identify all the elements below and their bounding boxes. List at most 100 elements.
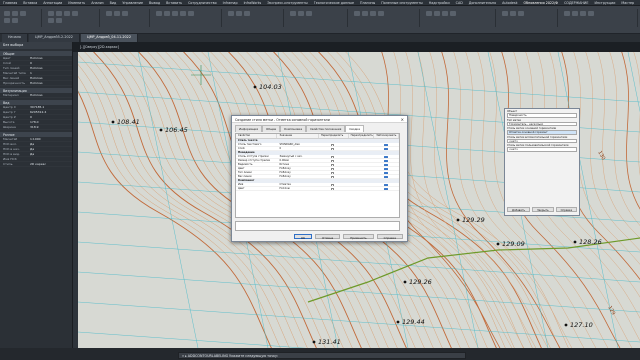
ribbon-tool-icon[interactable]	[298, 11, 304, 16]
panel-button[interactable]: Закрыть	[532, 207, 554, 212]
dialog-tab[interactable]: Информация	[235, 125, 263, 132]
ribbon-tool-icon[interactable]	[12, 11, 18, 16]
ribbon-tool-icon[interactable]	[180, 11, 186, 16]
lock-icon[interactable]	[384, 171, 389, 174]
ribbon-tool-icon[interactable]	[48, 11, 54, 16]
property-value[interactable]: 178.0	[28, 120, 72, 124]
menu-item[interactable]: Геологические данные	[314, 1, 354, 5]
ribbon-tool-icon[interactable]	[4, 11, 10, 16]
override-checkbox[interactable]	[330, 163, 334, 166]
menu-item[interactable]: CAD	[456, 1, 463, 5]
ribbon-tool-icon[interactable]	[106, 11, 112, 16]
menu-item[interactable]: Вид	[110, 1, 117, 5]
menu-item[interactable]: Мастер	[621, 1, 634, 5]
ribbon-tool-icon[interactable]	[370, 11, 376, 16]
lock-icon[interactable]	[384, 143, 389, 146]
menu-item[interactable]: Вставить	[166, 1, 182, 5]
menu-item[interactable]: Обновления 2022/Ф	[524, 1, 559, 5]
ribbon-tool-icon[interactable]	[572, 11, 578, 16]
menu-item[interactable]: Анализ	[91, 1, 103, 5]
menu-item[interactable]: Управление	[122, 1, 143, 5]
ribbon-tool-icon[interactable]	[64, 11, 70, 16]
property-value[interactable]: ПоБлоку	[277, 167, 318, 170]
survey-point[interactable]	[403, 280, 407, 284]
dialog-button[interactable]: Применить	[343, 234, 374, 240]
dialog-tab[interactable]: Общие	[262, 125, 281, 132]
ribbon-tool-icon[interactable]	[426, 11, 432, 16]
menu-item[interactable]: Дополнительно	[469, 1, 496, 5]
ribbon-tool-icon[interactable]	[228, 11, 234, 16]
dialog-tab[interactable]: Свойства положения	[306, 125, 346, 132]
menu-item[interactable]: InfraWorks	[244, 1, 262, 5]
property-value[interactable]: 1:1000	[28, 137, 72, 141]
survey-point[interactable]	[159, 128, 163, 132]
property-value[interactable]: Замкнутый с зал.	[277, 155, 318, 158]
contour-label[interactable]: 129	[606, 305, 616, 316]
menu-item[interactable]: Изменить	[68, 1, 85, 5]
properties-row[interactable]: Прозрачность ПоСлою	[0, 81, 72, 86]
override-checkbox[interactable]	[330, 159, 334, 162]
ribbon-tool-icon[interactable]	[236, 11, 242, 16]
ribbon-tool-icon[interactable]	[518, 11, 524, 16]
menu-item[interactable]: Главная	[3, 1, 17, 5]
properties-row[interactable]: Стиль 2D каркас	[0, 162, 72, 167]
lock-icon[interactable]	[384, 183, 389, 186]
override-checkbox[interactable]	[330, 167, 334, 170]
property-value[interactable]: 0	[28, 61, 72, 65]
property-value[interactable]: 6205312.4	[28, 110, 72, 114]
survey-point[interactable]	[312, 340, 316, 344]
ribbon-tool-icon[interactable]	[156, 11, 162, 16]
ribbon-tool-icon[interactable]	[450, 11, 456, 16]
elevation-label[interactable]: 129.44	[402, 318, 425, 326]
ribbon-tool-icon[interactable]	[510, 11, 516, 16]
property-value[interactable]: 2D каркас	[28, 162, 72, 166]
ribbon-tool-icon[interactable]	[564, 11, 570, 16]
lock-icon[interactable]	[384, 163, 389, 166]
override-checkbox[interactable]	[330, 187, 334, 190]
close-icon[interactable]: ×	[401, 117, 404, 122]
ribbon-tool-icon[interactable]	[580, 11, 586, 16]
property-value[interactable]: ПоБлоку	[277, 171, 318, 174]
viewport-controls[interactable]: [-][Сверху][2D-каркас]	[80, 45, 119, 49]
table-row[interactable]: Цвет ПоСлою	[236, 187, 399, 191]
property-value[interactable]: ПоБлоку	[277, 175, 318, 178]
ribbon-tool-icon[interactable]	[290, 11, 296, 16]
property-value[interactable]: Да	[28, 152, 72, 156]
property-value[interactable]: 307185.1	[28, 105, 72, 109]
survey-point[interactable]	[396, 320, 400, 324]
properties-table[interactable]: Свойство Значение Переопределить Переопреде…	[235, 133, 400, 218]
ribbon-tool-icon[interactable]	[354, 11, 360, 16]
ribbon-tool-icon[interactable]	[502, 11, 508, 16]
menu-item[interactable]: СОДЕРЖАНИЕ	[564, 1, 588, 5]
ribbon-tool-icon[interactable]	[244, 11, 250, 16]
survey-point[interactable]	[496, 242, 500, 246]
property-value[interactable]: ПоСлою	[28, 76, 72, 80]
dialog-tab[interactable]: Сводка	[345, 125, 364, 132]
property-value[interactable]	[28, 157, 72, 161]
elevation-label[interactable]: 131.41	[318, 338, 341, 346]
panel-button[interactable]: Справка	[555, 207, 578, 212]
elevation-label[interactable]: 104.03	[259, 83, 282, 91]
user-style-select[interactable]: <нет>	[507, 147, 577, 152]
elevation-label[interactable]: 129.26	[409, 278, 432, 286]
command-line[interactable]: » ▸ ADDCONTOURLABELING Укажите следующую…	[178, 352, 466, 359]
ribbon-tool-icon[interactable]	[362, 11, 368, 16]
property-value[interactable]: 0	[28, 115, 72, 119]
dialog-button[interactable]: Отмена	[315, 234, 341, 240]
dialog-tab[interactable]: Компоновка	[280, 125, 307, 132]
lock-icon[interactable]	[384, 155, 389, 158]
ribbon-tool-icon[interactable]	[442, 11, 448, 16]
lock-icon[interactable]	[384, 187, 389, 190]
ribbon-tool-icon[interactable]	[56, 11, 62, 16]
elevation-label[interactable]: 108.41	[117, 118, 140, 126]
menu-item[interactable]: Autodesk	[502, 1, 517, 5]
dialog-titlebar[interactable]: Создание стиля метки - Отметка основной …	[232, 116, 407, 123]
elevation-label[interactable]: 106.45	[165, 126, 188, 134]
property-value[interactable]: Истина	[277, 163, 318, 166]
survey-point[interactable]	[111, 120, 115, 124]
property-value[interactable]: Да	[28, 142, 72, 146]
property-value[interactable]: ПоСлою	[28, 56, 72, 60]
ribbon-tool-icon[interactable]	[48, 18, 54, 23]
menu-item[interactable]: Inframap	[223, 1, 238, 5]
property-value[interactable]: Да	[28, 147, 72, 151]
